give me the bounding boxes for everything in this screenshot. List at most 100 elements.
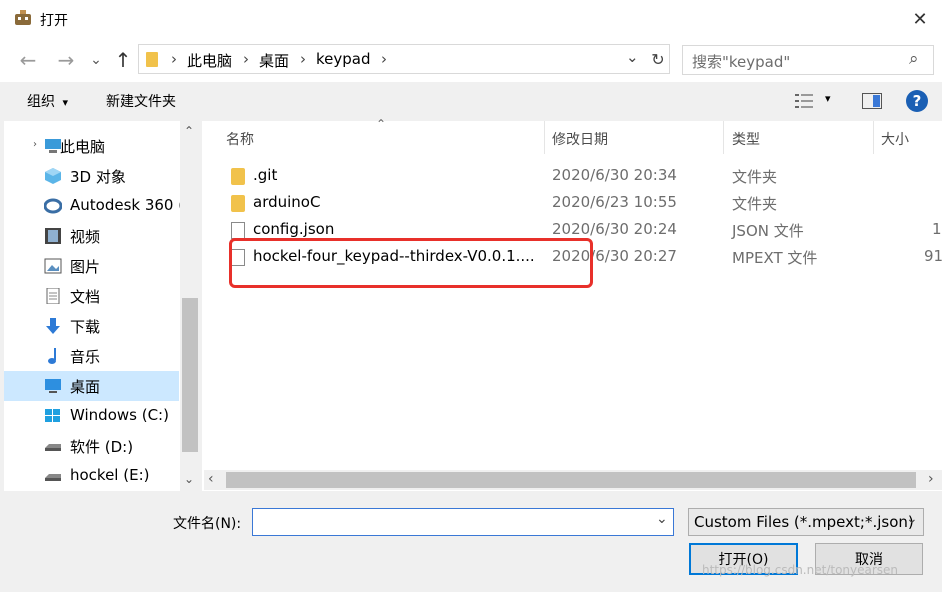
file-type: 文件夹 xyxy=(732,195,778,213)
windows-drive-icon xyxy=(44,408,62,424)
sidebar-item-label: 视频 xyxy=(70,228,101,246)
address-bar[interactable]: › 此电脑 › 桌面 › keypad › ⌄ xyxy=(138,44,670,74)
pictures-icon xyxy=(44,258,62,274)
organize-label: 组织 xyxy=(27,94,55,110)
view-dropdown-icon[interactable]: ▾ xyxy=(825,92,831,105)
file-name: config.json xyxy=(253,220,335,238)
sidebar-item-hockel-e[interactable]: hockel (E:) xyxy=(4,461,179,491)
sidebar-item-label: 文档 xyxy=(70,288,101,306)
sidebar-item-this-pc[interactable]: 此电脑 xyxy=(4,131,179,161)
chevron-down-icon: ▾ xyxy=(62,96,68,109)
sidebar-item-software-d[interactable]: 软件 (D:) xyxy=(4,431,179,461)
breadcrumb-keypad[interactable]: keypad xyxy=(316,50,371,68)
scroll-down-icon[interactable]: ⌄ xyxy=(184,472,194,486)
sidebar-item-desktop[interactable]: 桌面 xyxy=(4,371,179,401)
expand-chevron-icon[interactable]: › xyxy=(33,139,37,150)
file-row[interactable]: arduinoC 2020/6/23 10:55 文件夹 xyxy=(222,189,942,216)
breadcrumb-separator: › xyxy=(171,50,177,68)
music-icon xyxy=(44,348,62,364)
recent-locations-dropdown[interactable]: ⌄ xyxy=(86,46,106,74)
column-header-date[interactable]: 修改日期 xyxy=(552,129,608,149)
sidebar-item-label: 3D 对象 xyxy=(70,168,126,186)
desktop-icon xyxy=(44,378,62,394)
sidebar-item-pictures[interactable]: 图片 xyxy=(4,251,179,281)
column-header-type[interactable]: 类型 xyxy=(732,129,760,149)
column-header-size[interactable]: 大小 xyxy=(881,129,909,149)
filename-dropdown-icon[interactable]: ⌄ xyxy=(656,511,668,527)
column-divider[interactable] xyxy=(873,121,874,154)
navigation-pane: 此电脑 3D 对象 Autodesk 360 ( 视频 图片 文档 下载 音乐 xyxy=(4,121,200,491)
search-input[interactable]: 搜索"keypad" ⌕ xyxy=(682,45,934,75)
sidebar-item-windows-c[interactable]: Windows (C:) xyxy=(4,401,179,431)
refresh-button[interactable]: ↻ xyxy=(647,47,669,71)
sidebar-item-label: Windows (C:) xyxy=(70,406,169,424)
sidebar-item-autodesk-360[interactable]: Autodesk 360 ( xyxy=(4,191,184,221)
sidebar-item-label: 音乐 xyxy=(70,348,101,366)
scroll-right-icon[interactable]: › xyxy=(928,471,934,487)
file-date: 2020/6/30 20:34 xyxy=(552,166,677,184)
watermark: https://blog.csdn.net/tonyearsen xyxy=(702,563,899,577)
folder-icon xyxy=(231,168,245,185)
drive-icon xyxy=(44,438,62,454)
file-type-filter[interactable]: Custom Files (*.mpext;*.json) ⌄ xyxy=(688,508,924,536)
sidebar-scroll-thumb[interactable] xyxy=(182,298,198,452)
file-date: 2020/6/30 20:24 xyxy=(552,220,677,238)
sort-ascending-icon: ⌃ xyxy=(376,117,387,131)
breadcrumb-this-pc[interactable]: 此电脑 xyxy=(187,50,232,71)
column-divider[interactable] xyxy=(723,121,724,154)
sidebar-item-label: 软件 (D:) xyxy=(70,438,134,456)
filename-label: 文件名(N): xyxy=(173,516,242,532)
scroll-left-icon[interactable]: ‹ xyxy=(208,471,214,487)
forward-button[interactable]: → xyxy=(52,46,80,74)
close-button[interactable]: ✕ xyxy=(902,2,938,36)
autodesk-360-icon xyxy=(43,198,63,214)
column-header-name[interactable]: 名称 xyxy=(226,129,254,149)
file-type-filter-value: Custom Files (*.mpext;*.json) xyxy=(694,513,914,531)
folder-icon xyxy=(231,195,245,212)
annotation-highlight-box xyxy=(229,238,593,288)
new-folder-button[interactable]: 新建文件夹 xyxy=(106,91,176,111)
sidebar-item-label: 图片 xyxy=(70,258,101,276)
column-divider[interactable] xyxy=(544,121,545,154)
file-icon xyxy=(231,222,245,239)
sidebar-item-documents[interactable]: 文档 xyxy=(4,281,179,311)
file-date: 2020/6/23 10:55 xyxy=(552,193,677,211)
breadcrumb-separator: › xyxy=(243,50,249,68)
search-placeholder: 搜索"keypad" xyxy=(692,53,791,71)
download-icon xyxy=(44,318,62,334)
sidebar-item-music[interactable]: 音乐 xyxy=(4,341,179,371)
organize-button[interactable]: 组织 ▾ xyxy=(27,91,68,111)
window-title: 打开 xyxy=(40,13,68,29)
up-button[interactable]: ↑ xyxy=(109,46,137,74)
open-file-dialog: 打开 ✕ ← → ⌄ ↑ › 此电脑 › 桌面 › keypad › ⌄ ↻ 搜… xyxy=(0,0,942,592)
horizontal-scroll-thumb[interactable] xyxy=(226,472,916,488)
breadcrumb-desktop[interactable]: 桌面 xyxy=(259,50,289,71)
search-icon[interactable]: ⌕ xyxy=(909,49,919,69)
sidebar-item-3d-objects[interactable]: 3D 对象 xyxy=(4,161,179,191)
address-dropdown-button[interactable]: ⌄ xyxy=(626,48,639,66)
breadcrumb-separator: › xyxy=(300,50,306,68)
drive-icon xyxy=(44,468,62,484)
3d-objects-icon xyxy=(44,168,62,184)
file-name: .git xyxy=(253,166,278,184)
sidebar-item-label: 下载 xyxy=(70,318,101,336)
video-icon xyxy=(44,228,62,244)
app-icon xyxy=(14,9,32,27)
sidebar-item-videos[interactable]: 视频 xyxy=(4,221,179,251)
back-button[interactable]: ← xyxy=(14,46,42,74)
file-type: 文件夹 xyxy=(732,168,778,186)
preview-pane-icon[interactable] xyxy=(862,93,882,109)
file-type: MPEXT 文件 xyxy=(732,249,818,267)
help-icon[interactable]: ? xyxy=(906,90,928,112)
view-options-icon[interactable] xyxy=(795,93,813,109)
scroll-up-icon[interactable]: ⌃ xyxy=(184,124,194,138)
filename-input[interactable]: ⌄ xyxy=(252,508,674,536)
file-size: 1 xyxy=(932,220,942,238)
sidebar-item-downloads[interactable]: 下载 xyxy=(4,311,179,341)
documents-icon xyxy=(44,287,62,305)
sidebar-item-label: 桌面 xyxy=(70,378,101,396)
file-row[interactable]: .git 2020/6/30 20:34 文件夹 xyxy=(222,162,942,189)
file-size: 91 xyxy=(924,247,942,265)
filter-dropdown-icon[interactable]: ⌄ xyxy=(906,511,918,527)
folder-icon xyxy=(146,52,158,67)
